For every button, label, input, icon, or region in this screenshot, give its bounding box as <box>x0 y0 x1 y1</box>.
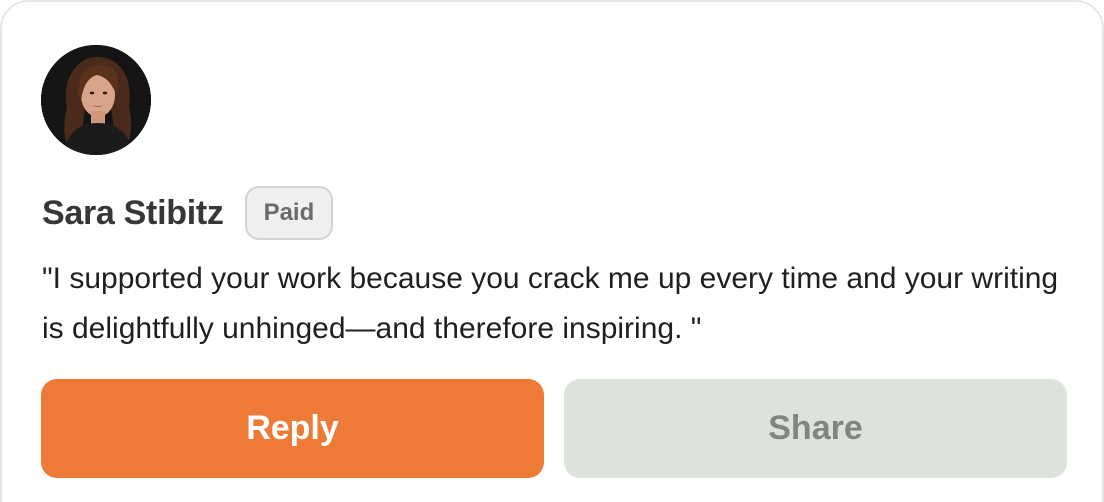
supporter-message: "I supported your work because you crack… <box>42 262 1059 345</box>
avatar-photo <box>41 45 151 155</box>
share-button[interactable]: Share <box>564 379 1067 478</box>
supporter-card: Sara Stibitz Paid "I supported your work… <box>0 0 1104 502</box>
paid-badge: Paid <box>244 186 334 240</box>
supporter-name: Sara Stibitz <box>42 193 224 232</box>
reply-button[interactable]: Reply <box>41 379 544 478</box>
avatar <box>41 45 151 155</box>
name-row: Sara Stibitz Paid <box>42 186 334 240</box>
